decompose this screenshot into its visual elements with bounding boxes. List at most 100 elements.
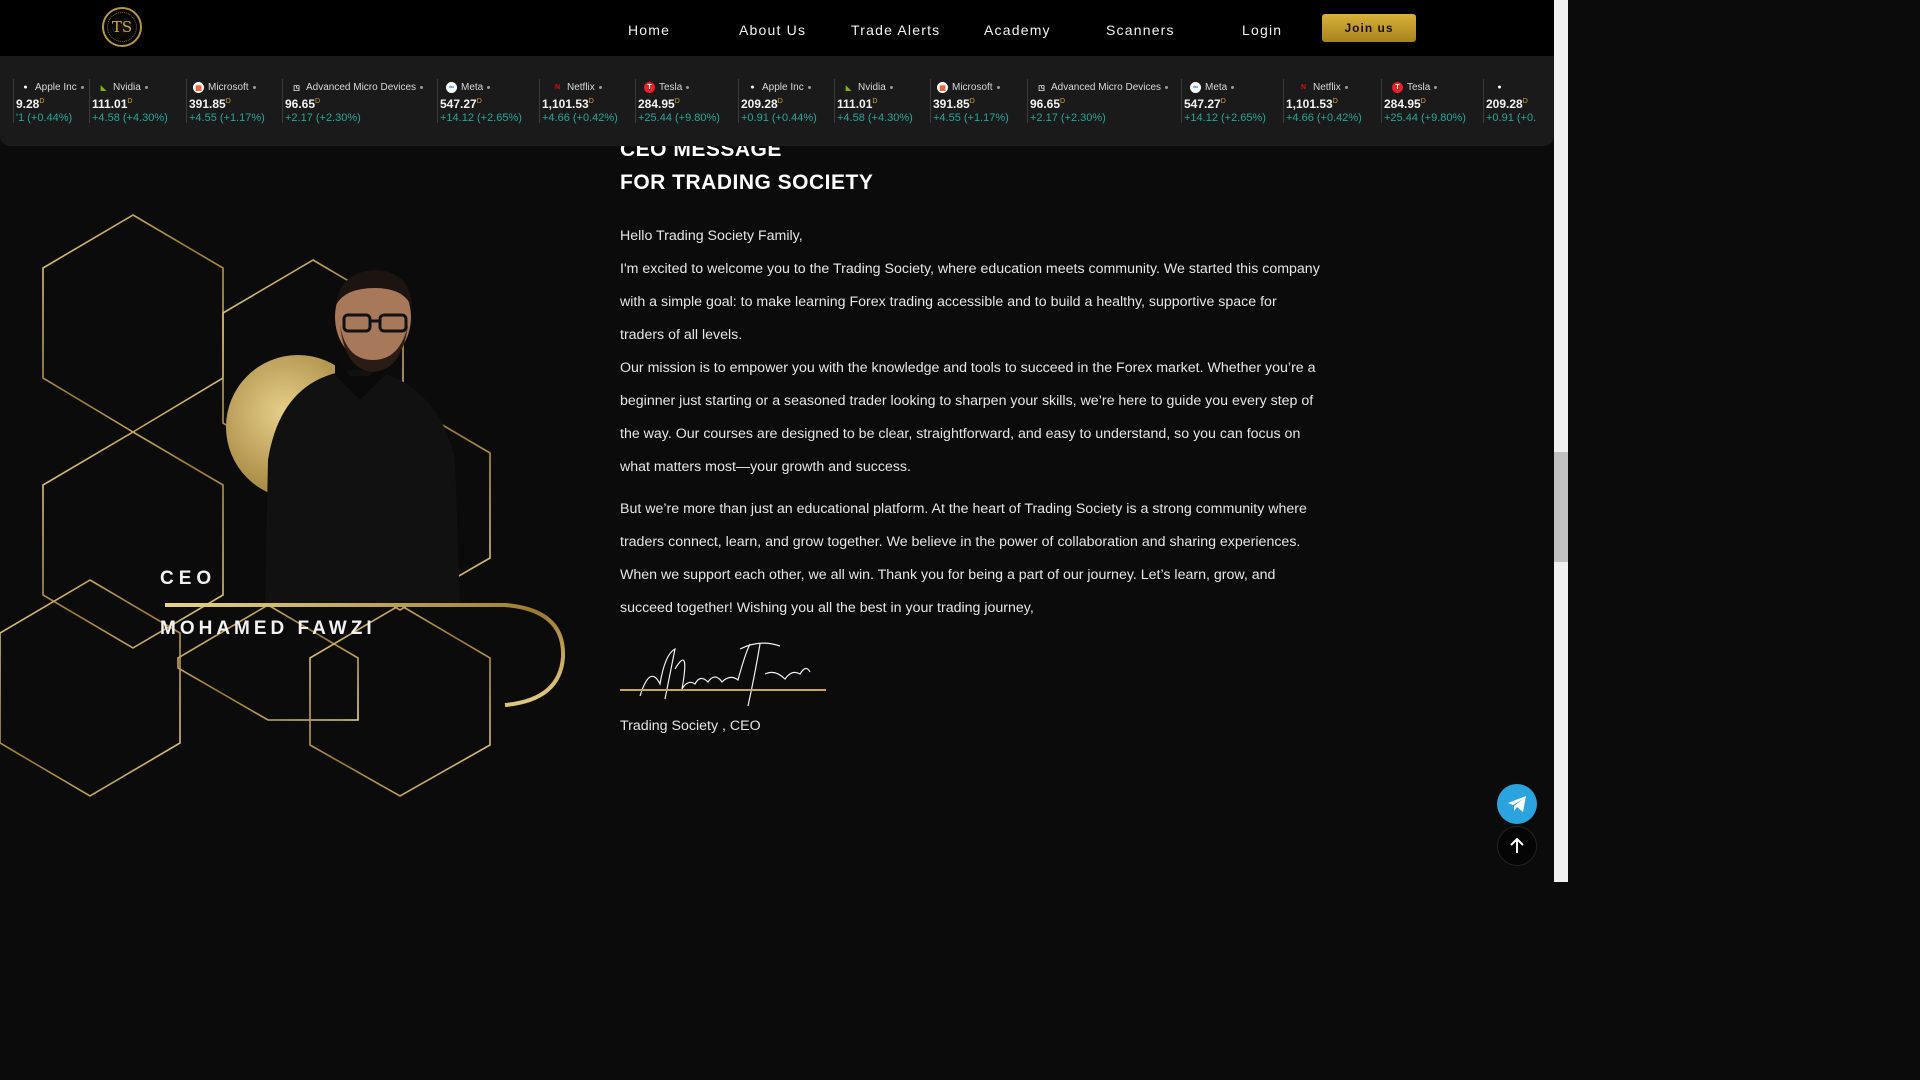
ticker-name: N Netflix [552,82,602,93]
ticker-name-text: Meta [1205,82,1228,93]
ticker-name: T Tesla [644,82,690,93]
greeting-paragraph: Hello Trading Society Family, [620,228,803,244]
ticker-name-text: Tesla [1407,82,1431,93]
ticker-price: 111.01D [837,97,877,111]
logo-text: TS [111,18,133,36]
status-dot [144,86,148,89]
nav-trade-alerts[interactable]: Trade Alerts [851,22,940,38]
logo[interactable]: TS [102,7,142,47]
ticker-price-value: 1,101.53 [1286,97,1333,111]
ticker-currency-mark: D [777,98,783,105]
hexagon-portrait-art [0,214,566,797]
ticker-change: +0.91 (+0.44%) [741,112,817,124]
heading-line2: FOR TRADING SOCIETY [620,171,874,194]
ticker-name: ◳ Advanced Micro Devices [291,82,424,93]
ticker-name: ◣ Nvidia [98,82,148,93]
ticker-name: ● Apple Inc [747,82,811,93]
ticker-change: +14.12 (+2.65%) [440,112,522,124]
ticker-price: 209.28D [1486,97,1528,111]
status-dot [598,86,602,89]
ticker-price: 547.27D [1184,97,1226,111]
ticker-price: 1,101.53D [1286,97,1338,111]
nav-scanners[interactable]: Scanners [1106,22,1175,38]
nav-academy[interactable]: Academy [984,22,1051,38]
ticker-currency-mark: D [969,98,975,105]
ticker-name-text: Apple Inc [35,82,77,93]
netflix-icon: N [554,84,561,91]
signature-caption: Trading Society , CEO [620,718,761,734]
ticker-currency-mark: D [872,98,878,105]
ticker-change: +2.17 (+2.30%) [1030,112,1106,124]
ticker-name: ◣ Nvidia [843,82,893,93]
ticker-name: ∞ Meta [1190,82,1235,93]
apple-icon: ● [1497,84,1502,91]
ticker-name: ● [1494,82,1505,93]
telegram-icon [1508,796,1526,812]
ticker-change: +4.55 (+1.17%) [933,112,1009,124]
ceo-signature [620,642,826,707]
status-dot [487,86,491,89]
ticker-change: +2.17 (+2.30%) [285,112,361,124]
ticker-price-value: 111.01 [92,97,128,111]
arrow-up-icon [1510,838,1524,853]
ticker-price-value: 547.27 [440,97,477,111]
intro-paragraph: I'm excited to welcome you to the Tradin… [620,261,1320,343]
ticker-currency-mark: D [39,98,45,105]
ticker-name-text: Advanced Micro Devices [306,82,417,93]
nvidia-icon: ◣ [100,84,107,92]
status-dot [252,86,256,89]
status-dot [1231,86,1235,89]
ticker-price: 96.65D [1030,97,1065,111]
ticker-name: ▦ Microsoft [937,82,1000,93]
ticker-price-value: 111.01 [837,97,873,111]
status-dot [686,86,690,89]
nav-home[interactable]: Home [628,22,670,38]
netflix-icon: N [1300,84,1307,91]
nav-about-us[interactable]: About Us [739,22,806,38]
ticker-name: ▦ Microsoft [193,82,256,93]
ticker-currency-mark: D [1332,98,1338,105]
ticker-name: T Tesla [1392,82,1438,93]
scrollbar-thumb[interactable] [1554,452,1568,562]
telegram-button[interactable] [1497,784,1537,824]
status-dot [889,86,893,89]
ticker-price-value: 96.65 [1030,97,1061,111]
ticker-currency-mark: D [1420,98,1426,105]
ticker-price-value: 284.95 [1384,97,1421,111]
meta-icon: ∞ [446,82,457,93]
ceo-portrait [265,270,460,605]
ticker-price-value: 391.85 [933,97,970,111]
ticker-change: +4.58 (+4.30%) [837,112,913,124]
status-dot [420,86,424,89]
ticker-currency-mark: D [1220,98,1226,105]
ticker-price: 391.85D [189,97,231,111]
ticker-change: +4.66 (+0.42%) [1286,112,1362,124]
apple-icon: ● [750,84,755,91]
ticker-price: 284.95D [638,97,680,111]
tesla-icon: T [1392,82,1403,93]
nav-login[interactable]: Login [1242,22,1282,38]
ticker-currency-mark: D [1522,98,1528,105]
ticker-price-value: 1,101.53 [542,97,589,111]
ceo-role-label: CEO [160,568,217,589]
ticker-price: 284.95D [1384,97,1426,111]
ticker-name-text: Netflix [567,82,595,93]
ticker-price-value: 391.85 [189,97,226,111]
nvidia-icon: ◣ [845,84,852,92]
ticker-name-text: Apple Inc [762,82,804,93]
scroll-to-top-button[interactable] [1497,826,1537,866]
ticker-currency-mark: D [588,98,594,105]
ticker-price: 1,101.53D [542,97,594,111]
page-scrollbar[interactable] [1554,0,1568,882]
ticker-currency-mark: D [225,98,231,105]
meta-icon: ∞ [1190,82,1201,93]
ceo-name-label: MOHAMED FAWZI [160,618,376,639]
ticker-name: N Netflix [1298,82,1348,93]
amd-icon: ◳ [293,84,300,92]
status-dot [996,86,1000,89]
join-us-button[interactable]: Join us [1322,14,1416,42]
ticker-price: 9.28D [16,97,44,111]
ticker-price: 547.27D [440,97,482,111]
status-dot [1344,86,1348,89]
amd-icon: ◳ [1038,84,1045,92]
